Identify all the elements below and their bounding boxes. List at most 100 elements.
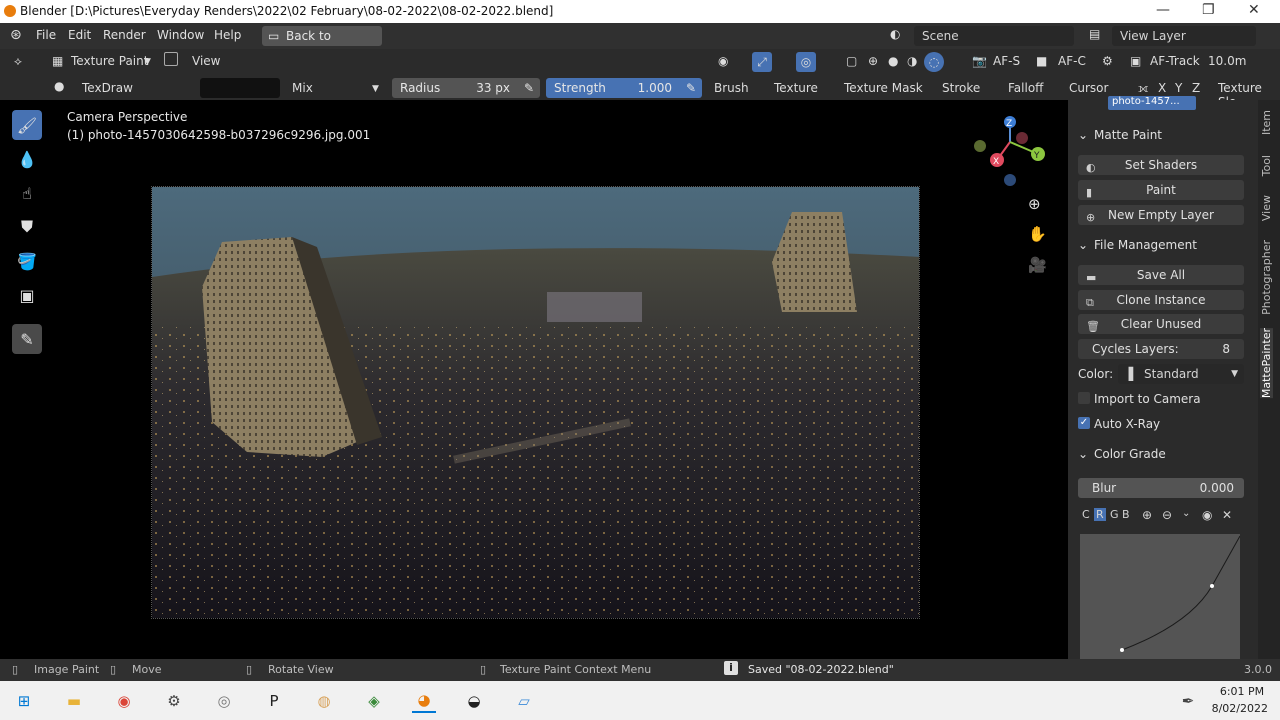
windows-start-icon[interactable]: ⊞ bbox=[12, 689, 36, 713]
af-c-button[interactable]: AF-C bbox=[1058, 54, 1086, 68]
object-name-field[interactable]: photo-1457... bbox=[1108, 96, 1196, 110]
close-icon[interactable]: ✕ bbox=[1222, 508, 1232, 522]
chrome-icon[interactable]: ◉ bbox=[112, 689, 136, 713]
color-management-selector[interactable]: ▐ Standard ▼ bbox=[1118, 364, 1244, 384]
mask-toggle-icon[interactable] bbox=[164, 52, 178, 66]
wireframe-shading-icon[interactable]: ⊕ bbox=[868, 54, 878, 68]
falloff-menu[interactable]: Falloff bbox=[1008, 81, 1043, 95]
cursor-menu[interactable]: Cursor bbox=[1069, 81, 1108, 95]
af-s-button[interactable]: AF-S bbox=[993, 54, 1020, 68]
menu-window[interactable]: Window bbox=[157, 28, 204, 42]
tab-view[interactable]: View bbox=[1260, 195, 1273, 221]
file-explorer-icon[interactable]: ▬ bbox=[62, 689, 86, 713]
menu-edit[interactable]: Edit bbox=[68, 28, 91, 42]
file-management-section[interactable]: File Management bbox=[1094, 238, 1197, 252]
tab-tool[interactable]: Tool bbox=[1260, 155, 1273, 176]
blend-mode-selector[interactable]: Mix bbox=[292, 81, 313, 95]
import-to-camera-checkbox[interactable] bbox=[1078, 392, 1090, 404]
soften-tool-icon[interactable]: 💧 bbox=[12, 144, 42, 174]
mode-selector[interactable]: Texture Paint bbox=[71, 54, 148, 68]
view-menu[interactable]: View bbox=[192, 54, 220, 68]
camera-render-image[interactable] bbox=[151, 186, 920, 619]
set-shaders-button[interactable]: ◐ Set Shaders bbox=[1078, 155, 1244, 175]
taskbar-date[interactable]: 8/02/2022 bbox=[1208, 702, 1268, 715]
af-track-button[interactable]: AF-Track bbox=[1150, 54, 1200, 68]
app-blue-icon[interactable]: ▱ bbox=[512, 689, 536, 713]
navigation-gizmo[interactable]: Z X Y bbox=[972, 112, 1052, 192]
channel-r[interactable]: R bbox=[1094, 508, 1106, 521]
close-button[interactable]: ✕ bbox=[1248, 2, 1260, 18]
taskbar-time[interactable]: 6:01 PM bbox=[1218, 685, 1266, 698]
texture-menu[interactable]: Texture bbox=[774, 81, 818, 95]
texture-mask-menu[interactable]: Texture Mask bbox=[844, 81, 923, 95]
cycles-layers-field[interactable]: Cycles Layers: 8 bbox=[1078, 339, 1244, 359]
view-layer-selector[interactable]: View Layer bbox=[1112, 26, 1256, 46]
clone-instance-button[interactable]: ⧉ Clone Instance bbox=[1078, 290, 1244, 310]
app-orange-icon[interactable]: ◍ bbox=[312, 689, 336, 713]
clear-unused-button[interactable]: 🗑 Clear Unused bbox=[1078, 314, 1244, 334]
gizmo-toggle-icon[interactable]: ⤢ bbox=[752, 52, 772, 72]
annotate-tool-icon[interactable]: ✎ bbox=[12, 324, 42, 354]
channel-c[interactable]: C bbox=[1082, 508, 1090, 521]
tab-item[interactable]: Item bbox=[1260, 110, 1273, 135]
maximize-button[interactable]: ❐ bbox=[1202, 2, 1215, 18]
curve-point-icon[interactable]: ◉ bbox=[1202, 508, 1212, 522]
pen-icon[interactable]: ✒ bbox=[1176, 689, 1200, 713]
pen-pressure-icon[interactable]: ✎ bbox=[686, 78, 696, 98]
channel-b[interactable]: B bbox=[1122, 508, 1130, 521]
chevron-down-icon[interactable]: ⌄ bbox=[1182, 508, 1190, 519]
visibility-icon[interactable]: ◉ bbox=[718, 54, 728, 68]
focus-distance[interactable]: 10.0m bbox=[1208, 54, 1246, 68]
matte-paint-section[interactable]: Matte Paint bbox=[1094, 128, 1162, 142]
app-disc-icon[interactable]: ◎ bbox=[212, 689, 236, 713]
app-green-icon[interactable]: ◈ bbox=[362, 689, 386, 713]
xray-icon[interactable]: ▢ bbox=[846, 54, 857, 68]
fill-tool-icon[interactable]: 🪣 bbox=[12, 246, 42, 276]
strength-slider[interactable]: Strength 1.000 ✎ bbox=[546, 78, 702, 98]
solid-shading-icon[interactable]: ● bbox=[888, 54, 898, 68]
radius-slider[interactable]: Radius 33 px ✎ bbox=[392, 78, 540, 98]
brush-menu[interactable]: Brush bbox=[714, 81, 749, 95]
brush-color-swatch[interactable] bbox=[200, 78, 280, 98]
overlay-toggle-icon[interactable]: ◎ bbox=[796, 52, 816, 72]
zoom-in-icon[interactable]: ⊕ bbox=[1142, 508, 1152, 522]
back-to-previous-button[interactable]: ▭ Back to Previous bbox=[262, 26, 382, 63]
pen-pressure-icon[interactable]: ✎ bbox=[524, 78, 534, 98]
paint-button[interactable]: ▮ Paint bbox=[1078, 180, 1244, 200]
mirror-z[interactable]: Z bbox=[1192, 81, 1200, 95]
scene-selector[interactable]: Scene bbox=[914, 26, 1074, 46]
smear-tool-icon[interactable]: ☝ bbox=[12, 178, 42, 208]
menu-file[interactable]: File bbox=[36, 28, 56, 42]
tab-photographer[interactable]: Photographer bbox=[1260, 240, 1273, 315]
material-shading-icon[interactable]: ◑ bbox=[907, 54, 917, 68]
stroke-menu[interactable]: Stroke bbox=[942, 81, 980, 95]
pan-hand-icon[interactable]: ✋ bbox=[1028, 225, 1047, 243]
tab-mattepainter[interactable]: MattePainter bbox=[1260, 328, 1273, 399]
blur-slider[interactable]: Blur 0.000 bbox=[1078, 478, 1244, 498]
rendered-shading-icon[interactable]: ◌ bbox=[924, 52, 944, 72]
mirror-y[interactable]: Y bbox=[1175, 81, 1182, 95]
camera-view-icon[interactable]: 🎥 bbox=[1028, 256, 1047, 274]
brush-selector[interactable]: TexDraw bbox=[82, 81, 133, 95]
blender-taskbar-icon[interactable]: ◕ bbox=[412, 689, 436, 713]
mirror-x[interactable]: X bbox=[1158, 81, 1166, 95]
blender-menu-icon[interactable]: ⊛ bbox=[10, 27, 22, 43]
clone-tool-icon[interactable]: ⛊ bbox=[12, 212, 42, 242]
draw-brush-tool-icon[interactable]: 🖌 bbox=[12, 110, 42, 140]
zoom-out-icon[interactable]: ⊖ bbox=[1162, 508, 1172, 522]
app-p-icon[interactable]: P bbox=[262, 689, 286, 713]
channel-g[interactable]: G bbox=[1110, 508, 1119, 521]
editor-type-icon[interactable]: ⟡ bbox=[14, 54, 22, 69]
curve-editor[interactable] bbox=[1080, 534, 1241, 659]
menu-help[interactable]: Help bbox=[214, 28, 241, 42]
new-empty-layer-button[interactable]: ⊕ New Empty Layer bbox=[1078, 205, 1244, 225]
auto-xray-checkbox[interactable]: ✓ bbox=[1078, 417, 1090, 429]
app-dark-icon[interactable]: ◒ bbox=[462, 689, 486, 713]
settings-icon[interactable]: ⚙ bbox=[162, 689, 186, 713]
mask-tool-icon[interactable]: ▣ bbox=[12, 280, 42, 310]
menu-render[interactable]: Render bbox=[103, 28, 146, 42]
zoom-icon[interactable]: ⊕ bbox=[1028, 195, 1041, 213]
minimize-button[interactable]: — bbox=[1156, 2, 1170, 18]
save-all-button[interactable]: ▬ Save All bbox=[1078, 265, 1244, 285]
color-grade-section[interactable]: Color Grade bbox=[1094, 447, 1166, 461]
